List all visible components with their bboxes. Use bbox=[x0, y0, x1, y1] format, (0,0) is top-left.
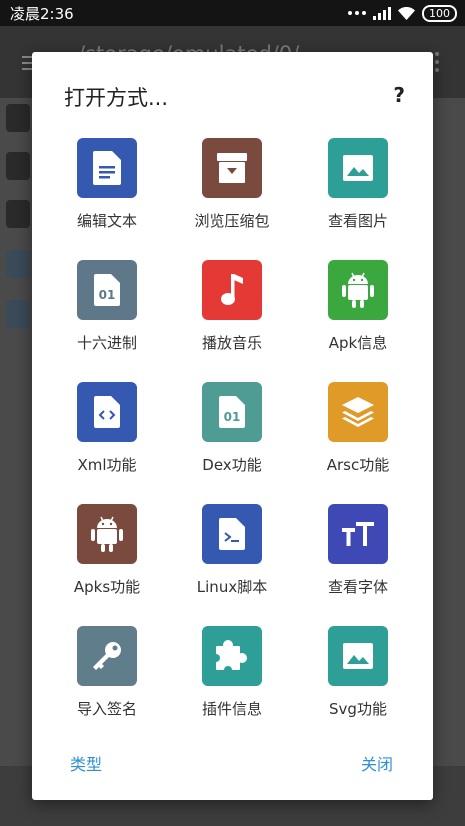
image-icon bbox=[328, 626, 388, 686]
binary-file-icon: 01 bbox=[77, 260, 137, 320]
tile-label: 导入签名 bbox=[76, 700, 137, 718]
hex-editor-option[interactable]: 01 十六进制 bbox=[47, 260, 167, 370]
background-file-icon bbox=[6, 200, 30, 228]
tile-label: 查看图片 bbox=[327, 212, 388, 230]
android-icon bbox=[77, 504, 137, 564]
music-note-icon bbox=[202, 260, 262, 320]
import-signature-option[interactable]: 导入签名 bbox=[47, 626, 167, 736]
arsc-option[interactable]: Arsc功能 bbox=[298, 382, 418, 492]
font-icon bbox=[328, 504, 388, 564]
view-font-option[interactable]: 查看字体 bbox=[298, 504, 418, 614]
puzzle-icon bbox=[202, 626, 262, 686]
status-icons: 100 bbox=[348, 4, 457, 22]
xml-option[interactable]: Xml功能 bbox=[47, 382, 167, 492]
background-file-icon bbox=[6, 300, 30, 328]
dex-option[interactable]: 01 Dex功能 bbox=[172, 382, 292, 492]
wifi-icon bbox=[398, 6, 415, 20]
edit-text-option[interactable]: 编辑文本 bbox=[47, 138, 167, 248]
svg-text:01: 01 bbox=[99, 288, 116, 302]
svg-text:01: 01 bbox=[224, 410, 241, 424]
tile-label: 浏览压缩包 bbox=[194, 212, 270, 230]
tile-label: Svg功能 bbox=[329, 700, 387, 718]
browse-archive-option[interactable]: 浏览压缩包 bbox=[172, 138, 292, 248]
tile-label: 编辑文本 bbox=[76, 212, 137, 230]
apk-info-option[interactable]: Apk信息 bbox=[298, 260, 418, 370]
key-icon bbox=[77, 626, 137, 686]
linux-script-option[interactable]: Linux脚本 bbox=[172, 504, 292, 614]
plugin-info-option[interactable]: 插件信息 bbox=[172, 626, 292, 736]
binary-file-icon: 01 bbox=[202, 382, 262, 442]
tile-label: Dex功能 bbox=[202, 456, 262, 474]
document-icon bbox=[77, 138, 137, 198]
apks-option[interactable]: Apks功能 bbox=[47, 504, 167, 614]
more-options-icon bbox=[435, 52, 439, 72]
layers-icon bbox=[328, 382, 388, 442]
tile-label: Linux脚本 bbox=[196, 578, 268, 596]
tile-label: Arsc功能 bbox=[326, 456, 390, 474]
dialog-title: 打开方式... bbox=[64, 86, 169, 110]
status-bar: 凌晨2:36 100 bbox=[0, 0, 465, 26]
open-with-dialog: 打开方式... ? 编辑文本 浏览压缩包 查看图片 01 十六进制 播放音乐 A… bbox=[32, 52, 433, 800]
svg-option[interactable]: Svg功能 bbox=[298, 626, 418, 736]
tile-label: 播放音乐 bbox=[201, 334, 262, 352]
archive-icon bbox=[202, 138, 262, 198]
notification-dots-icon bbox=[348, 11, 366, 15]
android-icon bbox=[328, 260, 388, 320]
image-icon bbox=[328, 138, 388, 198]
tile-label: Apks功能 bbox=[73, 578, 141, 596]
tile-label: Xml功能 bbox=[77, 456, 137, 474]
background-file-icon bbox=[6, 104, 30, 132]
tile-label: 插件信息 bbox=[201, 700, 262, 718]
background-file-icon bbox=[6, 250, 30, 278]
battery-indicator: 100 bbox=[422, 4, 457, 22]
status-time: 凌晨2:36 bbox=[10, 5, 74, 23]
signal-icon bbox=[373, 6, 391, 20]
play-music-option[interactable]: 播放音乐 bbox=[172, 260, 292, 370]
type-button[interactable]: 类型 bbox=[70, 751, 102, 775]
terminal-file-icon bbox=[202, 504, 262, 564]
code-file-icon bbox=[77, 382, 137, 442]
help-button[interactable]: ? bbox=[393, 83, 405, 107]
tile-label: 十六进制 bbox=[76, 334, 137, 352]
tile-label: 查看字体 bbox=[327, 578, 388, 596]
background-file-icon bbox=[6, 152, 30, 180]
tile-label: Apk信息 bbox=[328, 334, 388, 352]
close-button[interactable]: 关闭 bbox=[361, 751, 393, 775]
view-image-option[interactable]: 查看图片 bbox=[298, 138, 418, 248]
